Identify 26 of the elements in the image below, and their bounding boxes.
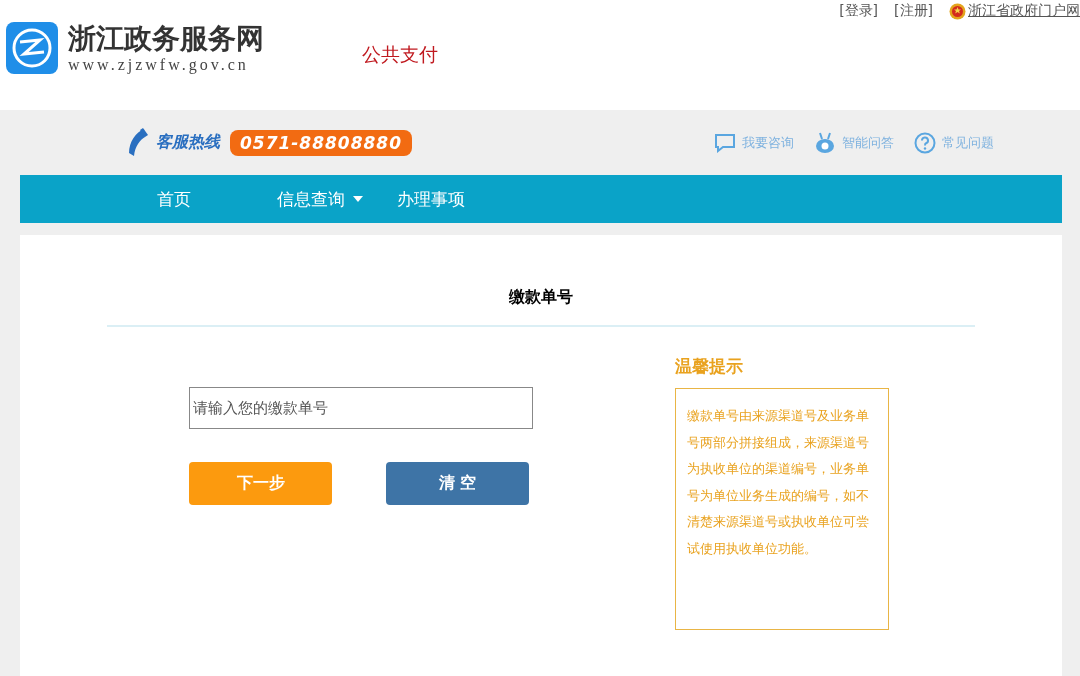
- chat-icon: [714, 132, 736, 153]
- tips-text: 缴款单号由来源渠道号及业务单号两部分拼接组成，来源渠道号为执收单位的渠道编号，业务单号为单位业务生成的编号，如不清楚来源渠道号或执收单位可尝试使用执收单位功能。: [675, 388, 889, 630]
- hotline-label: 客服热线: [156, 132, 220, 153]
- help-icon: [914, 131, 936, 154]
- site-name: 浙江政务服务网: [68, 22, 264, 56]
- input-field[interactable]: 请输入您的缴款单号: [189, 387, 533, 429]
- hotline-number: 0571-88808880: [230, 129, 412, 156]
- next-button[interactable]: 下一步: [189, 462, 332, 505]
- help-link[interactable]: 常见问题: [942, 133, 994, 152]
- help-link[interactable]: 智能问答: [842, 133, 894, 152]
- nav-item[interactable]: 办理事项: [397, 175, 465, 223]
- clear-button[interactable]: 清 空: [386, 462, 529, 505]
- portal-link[interactable]: 浙江省政府门户网: [968, 2, 1080, 20]
- site-url: www.zjzwfw.gov.cn: [68, 56, 250, 74]
- form-title: 缴款单号: [508, 286, 574, 308]
- help-link[interactable]: 我要咨询: [742, 133, 794, 152]
- header-link[interactable]: [注册]: [894, 2, 933, 20]
- emblem-icon: [949, 2, 966, 20]
- header-link[interactable]: [登录]: [839, 2, 879, 20]
- nav-item[interactable]: 信息查询: [277, 175, 397, 223]
- logo-icon: [6, 22, 58, 74]
- nav-item[interactable]: 首页: [157, 175, 277, 223]
- robot-icon: [814, 131, 836, 154]
- tips-title: 温馨提示: [675, 355, 744, 378]
- caret-icon: [353, 196, 363, 202]
- section-title: 公共支付: [362, 42, 438, 67]
